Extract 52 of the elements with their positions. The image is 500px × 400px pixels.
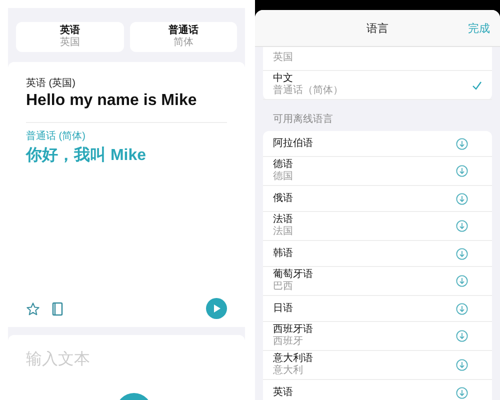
language-region: 德国 <box>273 171 294 183</box>
star-icon[interactable] <box>26 302 40 316</box>
language-name: 阿拉伯语 <box>273 138 314 150</box>
language-region: 英国 <box>273 52 294 64</box>
language-name: 韩语 <box>273 248 294 260</box>
language-row[interactable]: 英语 <box>263 380 492 400</box>
download-icon[interactable] <box>456 330 468 342</box>
source-text: Hello my name is Mike <box>26 92 227 123</box>
language-name: 英语 <box>273 386 294 398</box>
download-icon[interactable] <box>456 359 468 371</box>
language-row[interactable]: 日语 <box>263 296 492 322</box>
download-icon[interactable] <box>456 248 468 260</box>
language-row[interactable]: 葡萄牙语 巴西 <box>263 267 492 296</box>
language-name: 德语 <box>273 159 294 171</box>
language-name: 西班牙语 <box>273 324 314 336</box>
language-row[interactable]: 俄语 <box>263 186 492 212</box>
download-icon[interactable] <box>456 275 468 287</box>
language-region: 意大利 <box>273 365 304 377</box>
language-region: 法国 <box>273 226 294 238</box>
language-row[interactable]: 意大利语 意大利 <box>263 351 492 380</box>
target-language-label: 普通话 (简体) <box>26 130 86 143</box>
language-row[interactable]: 韩语 <box>263 241 492 267</box>
language-name: 葡萄牙语 <box>273 269 314 281</box>
download-icon[interactable] <box>456 165 468 177</box>
language-row[interactable]: 中文 普通话（简体） <box>263 71 492 100</box>
language-region: 西班牙 <box>273 336 304 348</box>
language-tab[interactable]: 英语 英国 <box>16 22 124 52</box>
language-name: 日语 <box>273 302 294 314</box>
language-name: 意大利语 <box>273 353 314 364</box>
download-icon[interactable] <box>456 386 468 398</box>
language-name: 俄语 <box>273 192 294 204</box>
sheet-title: 语言 <box>366 22 388 36</box>
language-row[interactable]: 法语 法国 <box>263 212 492 241</box>
source-language-label: 英语 (英国) <box>26 76 76 90</box>
checkmark-icon <box>472 80 482 90</box>
translated-text: 你好，我叫 Mike <box>26 146 148 166</box>
language-name: 法语 <box>273 214 294 226</box>
play-icon <box>212 304 220 313</box>
language-row[interactable]: 阿拉伯语 <box>263 131 492 157</box>
language-region: 普通话（简体） <box>273 85 344 97</box>
book-icon[interactable] <box>52 302 63 316</box>
download-icon[interactable] <box>456 192 468 204</box>
section-header: 可用离线语言 <box>272 112 334 127</box>
download-icon[interactable] <box>456 220 468 232</box>
language-region: 巴西 <box>273 281 294 293</box>
language-row[interactable]: 西班牙语 西班牙 <box>263 322 492 351</box>
download-icon[interactable] <box>456 138 468 150</box>
play-button[interactable] <box>206 298 227 319</box>
language-tab[interactable]: 普通话 简体 <box>130 22 237 52</box>
language-name: 中文 <box>273 73 294 84</box>
language-row[interactable]: 德语 德国 <box>263 157 492 186</box>
download-icon[interactable] <box>456 302 468 314</box>
